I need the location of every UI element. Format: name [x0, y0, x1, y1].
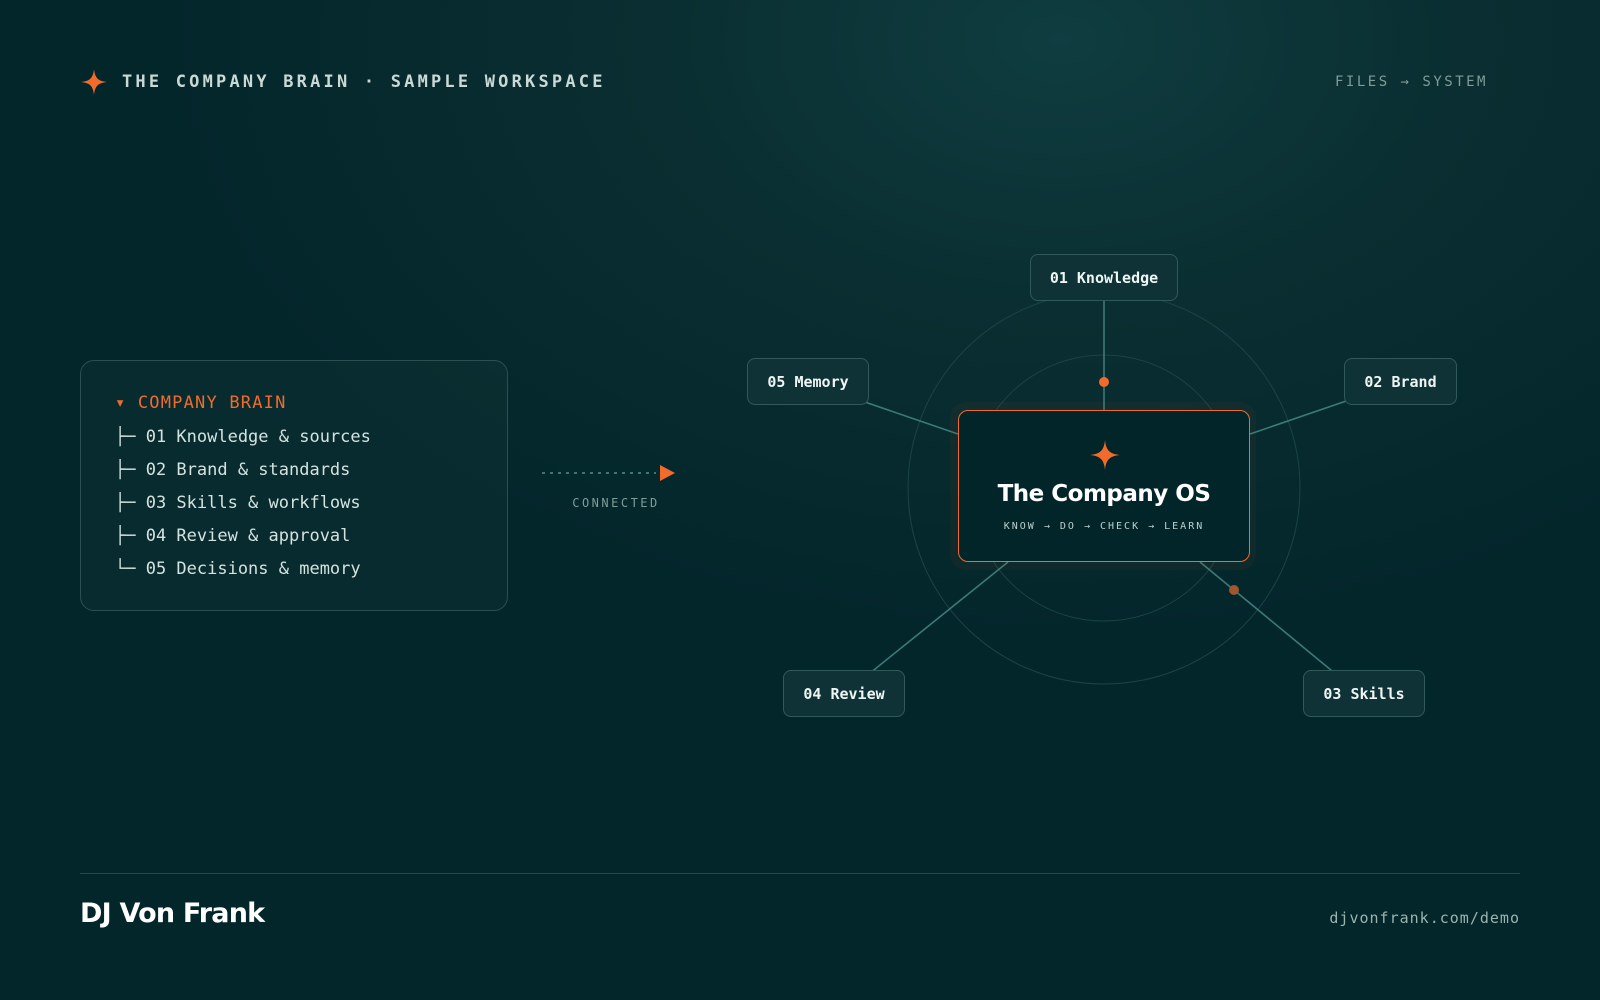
tree-item[interactable]: ├─ 04 Review & approval: [115, 526, 350, 546]
tree-item[interactable]: ├─ 03 Skills & workflows: [115, 493, 361, 513]
sparkle-icon: [1090, 440, 1120, 470]
tree-root[interactable]: ▾ COMPANY BRAIN: [115, 393, 287, 413]
tree-item[interactable]: ├─ 02 Brand & standards: [115, 460, 350, 480]
company-os-card[interactable]: The Company OS KNOW → DO → CHECK → LEARN: [958, 410, 1250, 562]
company-os-subtitle: KNOW → DO → CHECK → LEARN: [1003, 521, 1205, 532]
node-brand[interactable]: 02 Brand: [1344, 358, 1457, 405]
pulse-dot-top: [1099, 377, 1109, 387]
connector-arrow-icon: [660, 465, 675, 481]
node-memory[interactable]: 05 Memory: [747, 358, 869, 405]
footer-divider: [80, 873, 1520, 874]
node-knowledge[interactable]: 01 Knowledge: [1030, 254, 1178, 301]
pulse-dot-bottom: [1229, 585, 1239, 595]
author-name: DJ Von Frank: [80, 898, 265, 929]
tree-item[interactable]: └─ 05 Decisions & memory: [115, 559, 361, 579]
company-os-title: The Company OS: [997, 481, 1211, 507]
tree-item[interactable]: ├─ 01 Knowledge & sources: [115, 427, 371, 447]
connected-label: CONNECTED: [572, 496, 660, 510]
demo-link[interactable]: djvonfrank.com/demo: [1329, 909, 1520, 927]
folder-tree-card: ▾ COMPANY BRAIN ├─ 01 Knowledge & source…: [80, 360, 508, 611]
node-review[interactable]: 04 Review: [783, 670, 905, 717]
node-skills[interactable]: 03 Skills: [1303, 670, 1425, 717]
